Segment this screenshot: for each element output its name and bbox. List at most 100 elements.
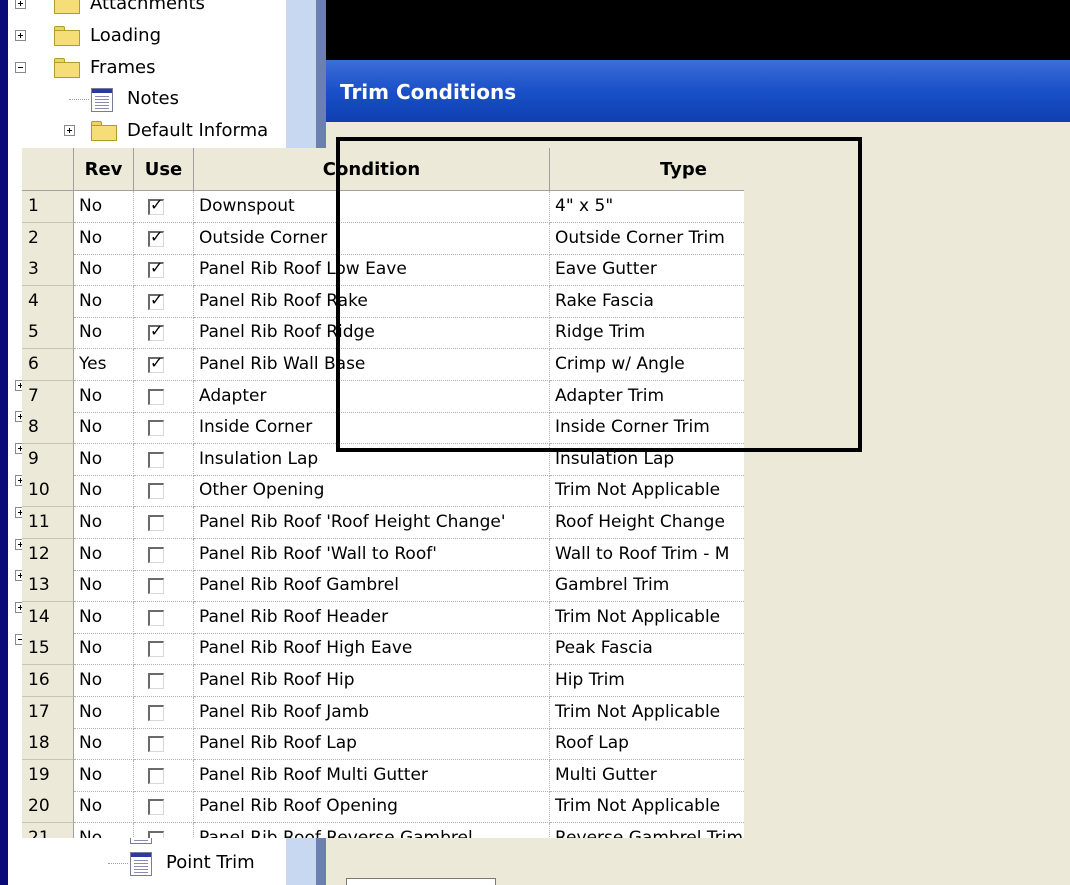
use-cell[interactable] xyxy=(134,601,194,634)
checked-checkbox-icon[interactable]: ✓ xyxy=(148,290,164,310)
use-cell[interactable] xyxy=(134,759,194,792)
rev-cell[interactable]: No xyxy=(74,285,134,318)
rev-cell[interactable]: No xyxy=(74,633,134,666)
condition-cell[interactable]: Panel Rib Wall Base xyxy=(194,349,550,381)
table-row[interactable]: 5 No ✓ Panel Rib Roof Ridge Ridge Trim xyxy=(22,317,744,350)
condition-cell[interactable]: Panel Rib Roof Lap xyxy=(194,728,550,761)
condition-cell[interactable]: Panel Rib Roof Low Eave xyxy=(194,254,550,287)
rev-cell[interactable]: Yes xyxy=(74,349,134,381)
use-cell[interactable] xyxy=(134,728,194,761)
use-cell[interactable] xyxy=(134,570,194,603)
unchecked-checkbox-icon[interactable] xyxy=(148,736,164,753)
table-row[interactable]: 15 No Panel Rib Roof High Eave Peak Fascia xyxy=(22,633,744,666)
condition-cell[interactable]: Other Opening xyxy=(194,475,550,508)
tree-item[interactable]: Notes xyxy=(8,83,286,115)
unchecked-checkbox-icon[interactable] xyxy=(148,641,164,658)
type-cell[interactable]: Peak Fascia xyxy=(550,633,744,666)
rev-cell[interactable]: No xyxy=(74,380,134,413)
rev-cell[interactable]: No xyxy=(74,538,134,571)
collapse-minus-icon[interactable] xyxy=(15,61,26,73)
checked-checkbox-icon[interactable]: ✓ xyxy=(148,195,164,215)
tree-item[interactable]: Point Trim xyxy=(8,847,286,879)
checked-checkbox-icon[interactable]: ✓ xyxy=(148,321,164,342)
table-row[interactable]: 6 Yes ✓ Panel Rib Wall Base Crimp w/ Angle xyxy=(22,349,744,381)
type-cell[interactable]: Insulation Lap xyxy=(550,444,744,476)
table-row[interactable]: 17 No Panel Rib Roof Jamb Trim Not Applicab… xyxy=(22,696,744,729)
column-header[interactable]: Rev xyxy=(74,148,134,191)
use-cell[interactable] xyxy=(134,380,194,413)
rev-cell[interactable]: No xyxy=(74,254,134,287)
type-cell[interactable]: Crimp w/ Angle xyxy=(550,349,744,381)
use-cell[interactable]: ✓ xyxy=(134,191,194,223)
condition-cell[interactable]: Panel Rib Roof Opening xyxy=(194,791,550,824)
rev-cell[interactable]: No xyxy=(74,823,134,838)
expand-plus-icon[interactable] xyxy=(15,0,26,9)
tree-item[interactable]: Attachments xyxy=(8,0,286,20)
table-row[interactable]: 13 No Panel Rib Roof Gambrel Gambrel Trim xyxy=(22,570,744,603)
rev-cell[interactable]: No xyxy=(74,475,134,508)
expand-plus-icon[interactable] xyxy=(15,29,26,41)
use-cell[interactable]: ✓ xyxy=(134,285,194,318)
use-cell[interactable] xyxy=(134,475,194,508)
condition-cell[interactable]: Panel Rib Roof Multi Gutter xyxy=(194,759,550,792)
condition-cell[interactable]: Panel Rib Roof High Eave xyxy=(194,633,550,666)
condition-cell[interactable]: Panel Rib Roof 'Roof Height Change' xyxy=(194,507,550,539)
dialog-titlebar[interactable]: Trim Conditions xyxy=(326,60,1070,122)
use-cell[interactable] xyxy=(134,633,194,666)
table-row[interactable]: 18 No Panel Rib Roof Lap Roof Lap xyxy=(22,728,744,761)
rev-cell[interactable]: No xyxy=(74,191,134,223)
unchecked-checkbox-icon[interactable] xyxy=(148,515,164,531)
condition-cell[interactable]: Downspout xyxy=(194,191,550,223)
column-header[interactable] xyxy=(22,148,74,191)
table-row[interactable]: 10 No Other Opening Trim Not Applicable xyxy=(22,475,744,508)
rev-cell[interactable]: No xyxy=(74,317,134,350)
condition-cell[interactable]: Inside Corner xyxy=(194,412,550,445)
type-cell[interactable]: Reverse Gambrel Trim xyxy=(550,823,744,838)
table-row[interactable]: 11 No Panel Rib Roof 'Roof Height Change' R… xyxy=(22,507,744,539)
use-cell[interactable]: ✓ xyxy=(134,349,194,381)
tree-item[interactable]: Default Informa xyxy=(8,115,286,147)
rev-cell[interactable]: No xyxy=(74,696,134,729)
use-cell[interactable] xyxy=(134,823,194,838)
rev-cell[interactable]: No xyxy=(74,507,134,539)
condition-cell[interactable]: Panel Rib Roof Ridge xyxy=(194,317,550,350)
use-cell[interactable]: ✓ xyxy=(134,317,194,350)
unchecked-checkbox-icon[interactable] xyxy=(148,388,164,405)
column-header[interactable]: Condition xyxy=(194,148,550,191)
condition-cell[interactable]: Panel Rib Roof Header xyxy=(194,601,550,634)
table-row[interactable]: 16 No Panel Rib Roof Hip Hip Trim xyxy=(22,665,744,697)
expand-plus-icon[interactable] xyxy=(64,125,75,137)
table-row[interactable]: 7 No Adapter Adapter Trim xyxy=(22,380,744,413)
use-cell[interactable] xyxy=(134,665,194,697)
use-cell[interactable] xyxy=(134,791,194,824)
condition-cell[interactable]: Outside Corner xyxy=(194,222,550,255)
rev-cell[interactable]: No xyxy=(74,443,134,476)
rev-cell[interactable]: No xyxy=(74,412,134,445)
table-row[interactable]: 19 No Panel Rib Roof Multi Gutter Multi Gut… xyxy=(22,759,744,792)
unchecked-checkbox-icon[interactable] xyxy=(148,799,164,816)
table-row[interactable]: 12 No Panel Rib Roof 'Wall to Roof' Wall to… xyxy=(22,538,744,571)
rev-cell[interactable]: No xyxy=(74,601,134,634)
unchecked-checkbox-icon[interactable] xyxy=(148,831,164,838)
type-cell[interactable]: 4" x 5" xyxy=(550,191,744,223)
column-header[interactable]: Type xyxy=(550,148,744,191)
rev-cell[interactable]: No xyxy=(74,791,134,824)
condition-cell[interactable]: Panel Rib Roof Jamb xyxy=(194,696,550,729)
checked-checkbox-icon[interactable]: ✓ xyxy=(148,227,164,247)
use-cell[interactable] xyxy=(134,412,194,445)
condition-cell[interactable]: Insulation Lap xyxy=(194,443,550,476)
type-cell[interactable]: Ridge Trim xyxy=(550,317,744,350)
type-cell[interactable]: Roof Lap xyxy=(550,728,744,761)
type-cell[interactable]: Outside Corner Trim xyxy=(550,223,744,255)
use-cell[interactable]: ✓ xyxy=(134,254,194,287)
type-cell[interactable]: Rake Fascia xyxy=(550,286,744,318)
type-cell[interactable]: Hip Trim xyxy=(550,665,744,697)
unchecked-checkbox-icon[interactable] xyxy=(148,609,164,626)
type-cell[interactable]: Inside Corner Trim xyxy=(550,412,744,445)
unchecked-checkbox-icon[interactable] xyxy=(148,767,164,784)
table-row[interactable]: 2 No ✓ Outside Corner Outside Corner Trim xyxy=(22,222,744,255)
tree-item[interactable]: Frames xyxy=(8,52,286,84)
rev-cell[interactable]: No xyxy=(74,728,134,761)
table-row[interactable]: 4 No ✓ Panel Rib Roof Rake Rake Fascia xyxy=(22,285,744,318)
type-cell[interactable]: Wall to Roof Trim - M xyxy=(550,539,744,571)
